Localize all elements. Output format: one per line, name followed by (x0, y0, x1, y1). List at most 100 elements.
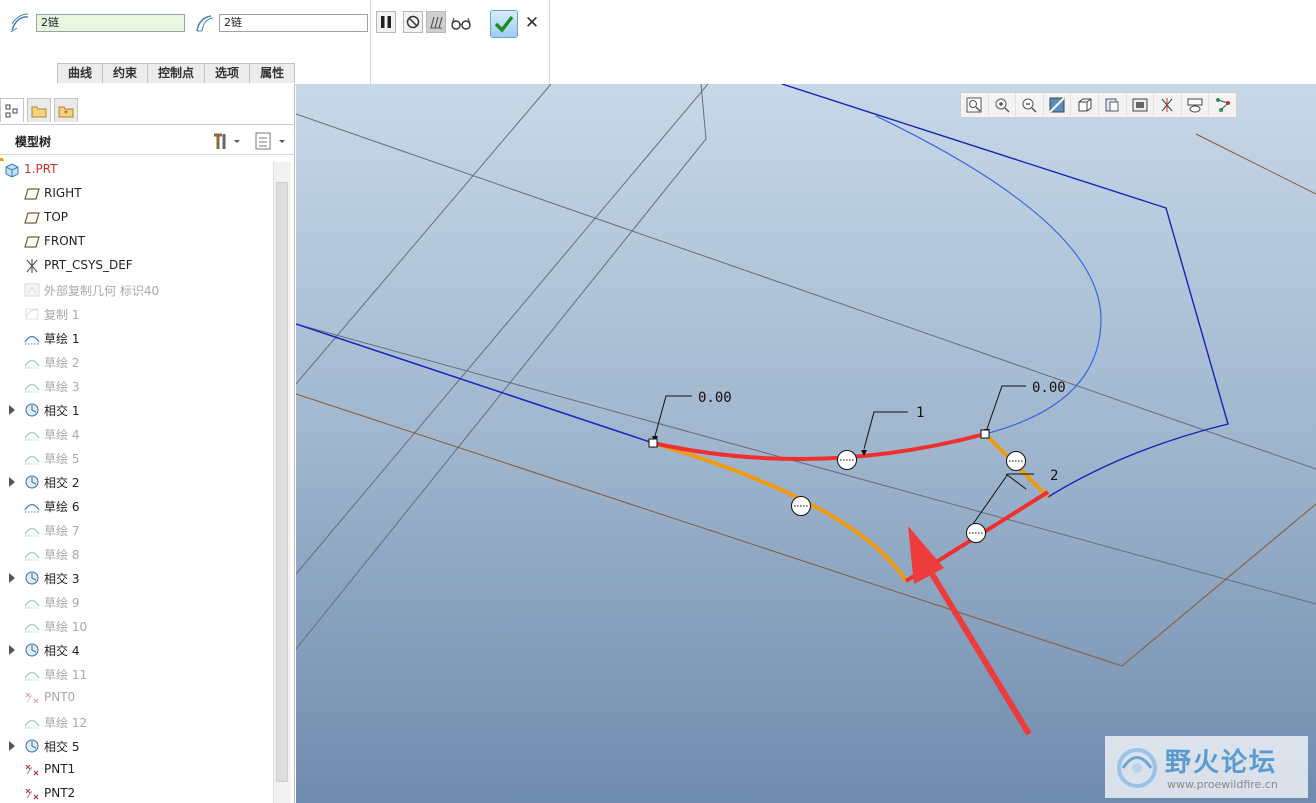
chain-2-field[interactable]: 2链 (219, 14, 368, 32)
graphics-window[interactable]: 0.00 0.00 1 2 野火论坛 www.proewildfire.cn (296, 84, 1316, 803)
show-icon[interactable] (254, 131, 290, 151)
tree-item[interactable]: 草绘 9 (0, 590, 272, 614)
tree-item[interactable]: TOP (0, 206, 272, 230)
tab-options[interactable]: 选项 (204, 63, 251, 83)
tree-item[interactable]: 草绘 5 (0, 446, 272, 470)
tab-properties[interactable]: 属性 (249, 63, 296, 83)
expand-arrow-icon[interactable] (9, 645, 15, 655)
dashboard-tabs: 曲线 约束 控制点 选项 属性 (57, 63, 296, 83)
saved-views-button[interactable] (1099, 93, 1127, 117)
ok-button[interactable] (490, 10, 518, 38)
tree-item[interactable]: 相交 4 (0, 638, 272, 662)
scroll-thumb[interactable] (276, 182, 288, 782)
chain-1-field[interactable]: 2链 (36, 14, 185, 32)
zoom-out-button[interactable] (1016, 93, 1044, 117)
tree-item[interactable]: 草绘 7 (0, 518, 272, 542)
tree-item[interactable]: 草绘 4 (0, 422, 272, 446)
spin-center-icon (1215, 98, 1230, 112)
point-icon (24, 786, 40, 802)
no-preview-icon (406, 15, 420, 29)
tree-item[interactable]: 草绘 6 (0, 494, 272, 518)
tab-curves[interactable]: 曲线 (57, 63, 104, 83)
label-1: 1 (916, 405, 924, 421)
display-style-button[interactable] (1071, 93, 1099, 117)
tree-item[interactable]: ▲ 1.PRT (0, 158, 272, 182)
tree-item[interactable]: 草绘 8 (0, 542, 272, 566)
tree-item[interactable]: 相交 1 (0, 398, 272, 422)
annotation-display-button[interactable] (1182, 93, 1210, 117)
expand-arrow-icon[interactable] (9, 741, 15, 751)
tree-item-label: 草绘 1 (44, 332, 80, 346)
tree-item[interactable]: 草绘 3 (0, 374, 272, 398)
tree-item[interactable]: 相交 2 (0, 470, 272, 494)
tree-item[interactable]: 草绘 2 (0, 350, 272, 374)
tree-item[interactable]: 草绘 11 (0, 662, 272, 686)
tree-item-label: 相交 1 (44, 404, 80, 418)
tree-item[interactable]: 复制 1 (0, 302, 272, 326)
tree-item-label: 草绘 7 (44, 524, 80, 538)
svg-text:*: * (64, 109, 68, 118)
tree-item-label: PRT_CSYS_DEF (44, 258, 133, 272)
close-icon: ✕ (524, 13, 540, 33)
sketch-icon (24, 546, 40, 562)
dashboard: 2链 2链 ✕ 曲线 约束 控制点 选项 属性 (0, 0, 1316, 85)
curve-chain-icon[interactable] (193, 12, 215, 34)
settings-icon[interactable] (210, 131, 240, 151)
cancel-button[interactable]: ✕ (522, 12, 542, 34)
tree-item-label: 草绘 3 (44, 380, 80, 394)
expand-arrow-icon[interactable] (9, 477, 15, 487)
tab-folder-browser[interactable] (27, 98, 51, 122)
tree-item[interactable]: PNT1 (0, 758, 272, 782)
tree-scrollbar[interactable] (273, 162, 291, 803)
tree-item-label: 草绘 4 (44, 428, 80, 442)
curve-endpoint[interactable] (980, 429, 990, 439)
sketch-icon (24, 330, 40, 346)
tree-item[interactable]: 草绘 12 (0, 710, 272, 734)
expand-arrow-icon[interactable] (9, 405, 15, 415)
tab-model-tree[interactable] (0, 98, 24, 122)
tree-item-label: TOP (44, 210, 69, 224)
tree-item[interactable]: 草绘 1 (0, 326, 272, 350)
tree-item[interactable]: 相交 3 (0, 566, 272, 590)
datum-display-icon (1162, 98, 1173, 112)
model-view[interactable]: 0.00 0.00 1 2 (296, 84, 1316, 803)
no-preview-button[interactable] (403, 11, 423, 33)
curve-endpoint[interactable] (648, 438, 658, 448)
tree-item-label: PNT2 (44, 786, 76, 800)
tab-favorites[interactable]: * (54, 98, 78, 122)
sketch-icon (24, 498, 40, 514)
intersect-icon (24, 402, 40, 418)
tree-item[interactable]: PNT2 (0, 782, 272, 803)
tab-control-points[interactable]: 控制点 (147, 63, 206, 83)
datum-display-button[interactable] (1154, 93, 1182, 117)
glasses-icon[interactable] (450, 14, 472, 32)
zoom-in-button[interactable] (989, 93, 1017, 117)
tab-constraints[interactable]: 约束 (102, 63, 149, 83)
refit-button[interactable] (961, 93, 989, 117)
datum-plane-icon (24, 210, 40, 226)
tree-item[interactable]: 外部复制几何 标识40 (0, 278, 272, 302)
tree-item[interactable]: FRONT (0, 230, 272, 254)
tree-item[interactable]: RIGHT (0, 182, 272, 206)
model-tree: ▲ 1.PRT RIGHT TOP FRONT PRT_CSYS_DEF 外部复制几何 标识… (0, 158, 272, 803)
expand-arrow-icon[interactable] (9, 573, 15, 583)
sketch-icon (24, 450, 40, 466)
dimension-left[interactable]: 0.00 (698, 390, 732, 406)
verify-button[interactable] (426, 11, 446, 33)
tree-item[interactable]: PRT_CSYS_DEF (0, 254, 272, 278)
forum-logo-icon (1117, 748, 1157, 788)
dimension-right[interactable]: 0.00 (1032, 380, 1066, 396)
view-manager-button[interactable] (1127, 93, 1155, 117)
tree-item[interactable]: 草绘 10 (0, 614, 272, 638)
tree-item[interactable]: PNT0 (0, 686, 272, 710)
spin-center-button[interactable] (1209, 93, 1236, 117)
navigator-panel: * 模型树 ▲ 1.PRT RIGHT TOP FRONT PRT_CSYS_DEF 外部复… (0, 84, 295, 803)
check-icon (494, 15, 514, 33)
curve-chain-icon[interactable] (9, 12, 31, 34)
tree-item-label: 草绘 8 (44, 548, 80, 562)
tree-item[interactable]: 相交 5 (0, 734, 272, 758)
tree-item-label: 外部复制几何 标识40 (44, 284, 160, 298)
repaint-button[interactable] (1044, 93, 1072, 117)
pause-button[interactable] (376, 11, 396, 33)
point-icon (24, 690, 40, 706)
